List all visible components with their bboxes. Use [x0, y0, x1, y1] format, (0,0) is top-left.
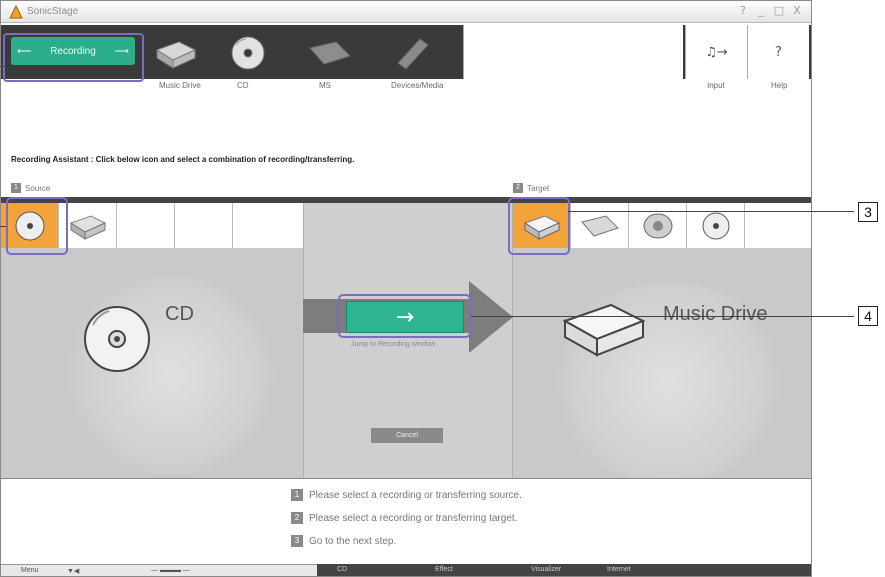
cd-button[interactable]: [219, 31, 277, 75]
close-button[interactable]: X: [791, 4, 803, 18]
music-drive-icon: [155, 41, 197, 69]
window-controls: ? _ □ X: [737, 4, 803, 18]
next-step-highlight-box: [338, 294, 471, 338]
target-selection-box: [508, 197, 570, 255]
step-3: 3 Go to the next step.: [291, 535, 396, 547]
minimize-button[interactable]: _: [755, 4, 767, 18]
visualizer-label[interactable]: Visualizer: [531, 566, 561, 573]
input-button[interactable]: ♫→: [685, 25, 747, 79]
cd-record-icon: [702, 212, 729, 239]
target-label: Target: [527, 183, 550, 193]
step-2-number: 2: [291, 512, 303, 524]
transfer-arrow-head: [469, 281, 513, 353]
ms-label: MS: [319, 81, 331, 90]
volume-slider[interactable]: — ▬▬▬ —: [151, 567, 190, 574]
left-callout-tick: [0, 66, 6, 67]
source-number: 1: [11, 183, 21, 193]
recording-highlight-box: [3, 33, 144, 82]
cd-player-label[interactable]: CD: [337, 566, 347, 573]
music-input-icon: ♫→: [705, 44, 728, 60]
next-caption: Jump to Recording window: [351, 341, 436, 348]
window-title: SonicStage: [27, 6, 79, 17]
callout-3: 3: [858, 202, 878, 222]
callout-4-line: [471, 316, 854, 317]
title-bar: SonicStage ? _ □ X: [1, 1, 811, 23]
step-2-text: Please select a recording or transferrin…: [309, 512, 518, 524]
target-memory-stick-option[interactable]: [571, 203, 629, 248]
maximize-button[interactable]: □: [773, 4, 785, 18]
step-3-text: Go to the next step.: [309, 535, 397, 547]
help-button[interactable]: ?: [747, 25, 809, 79]
target-device-option[interactable]: [629, 203, 687, 248]
callout-4: 4: [858, 306, 878, 326]
source-empty-slot: [233, 203, 291, 248]
player-strip: CD Effect Visualizer Internet: [317, 564, 811, 576]
target-cd-option[interactable]: [687, 203, 745, 248]
callout-3-line: [568, 211, 854, 212]
target-number: 2: [513, 183, 523, 193]
source-name: CD: [165, 303, 194, 325]
step-1: 1 Please select a recording or transferr…: [291, 489, 522, 501]
target-heading: 2 Target: [513, 183, 549, 193]
devices-media-label: Devices/Media: [391, 81, 444, 90]
large-cd-icon: [84, 306, 150, 372]
input-label: Input: [707, 81, 725, 90]
toolbar-blank-area: [463, 25, 683, 79]
source-selection-box: [6, 197, 68, 255]
step-1-number: 1: [291, 489, 303, 501]
app-icon: [9, 5, 23, 19]
step-instructions: 1 Please select a recording or transferr…: [1, 478, 811, 566]
help-icon: ?: [775, 44, 782, 60]
large-music-drive-icon: [562, 303, 646, 357]
assistant-instruction: Recording Assistant : Click below icon a…: [11, 155, 355, 164]
cd-icon: [231, 36, 265, 70]
help-window-button[interactable]: ?: [737, 4, 749, 18]
cd-label: CD: [237, 81, 249, 90]
devices-media-icon: [397, 38, 429, 70]
music-drive-label: Music Drive: [159, 81, 201, 90]
internet-label[interactable]: Internet: [607, 566, 631, 573]
memory-stick-icon: [309, 41, 351, 65]
device-icon: [643, 213, 672, 238]
ms-button[interactable]: [301, 31, 359, 75]
source-label: Source: [25, 183, 51, 193]
devices-media-button[interactable]: [383, 31, 441, 75]
step-1-text: Please select a recording or transferrin…: [309, 489, 522, 501]
effect-label[interactable]: Effect: [435, 566, 453, 573]
target-name: Music Drive: [663, 303, 768, 325]
left-callout-tick: [0, 226, 6, 227]
help-label: Help: [771, 81, 788, 90]
memory-stick-icon: [580, 214, 619, 237]
source-empty-slot: [175, 203, 233, 248]
step-2: 2 Please select a recording or transferr…: [291, 512, 517, 524]
music-drive-icon: [69, 214, 106, 240]
sonicstage-window: SonicStage ? _ □ X ⟵ Recording ⟶ ♫→ ? Mu…: [0, 0, 812, 577]
step-3-number: 3: [291, 535, 303, 547]
source-heading: 1 Source: [11, 183, 50, 193]
toolbar-labels: Music Drive CD MS Devices/Media Input He…: [1, 81, 811, 95]
cancel-button[interactable]: Cancel: [371, 428, 443, 443]
menu-button[interactable]: Menu: [21, 567, 39, 574]
source-empty-slot: [117, 203, 175, 248]
volume-icon[interactable]: ▼◀: [67, 567, 79, 575]
music-drive-button[interactable]: [147, 31, 205, 75]
target-empty-slot: [745, 203, 803, 248]
